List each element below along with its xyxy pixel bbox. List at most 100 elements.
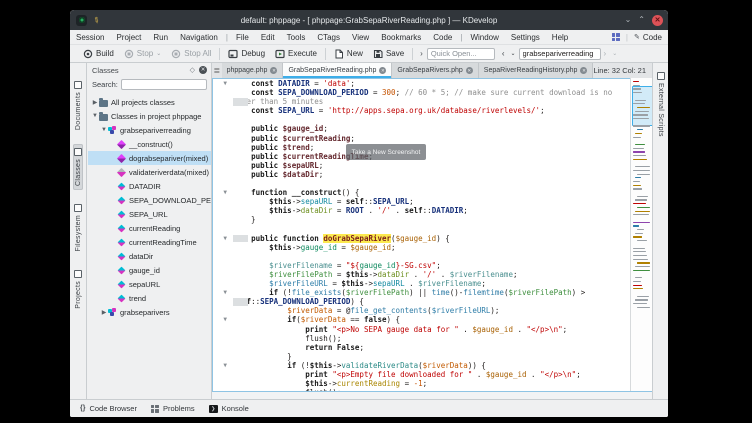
symbol-search-input[interactable] <box>519 48 601 60</box>
document-tab-grabseparivers-php[interactable]: GrabSepaRivers.php✕ <box>392 63 478 78</box>
bottom-tab-problems[interactable]: Problems <box>151 404 195 413</box>
next-match-dropdown[interactable]: ⌄ <box>609 50 620 57</box>
fold-marker-icon[interactable]: ▼ <box>213 188 227 197</box>
tree-item-datadir[interactable]: DATADIR <box>88 179 211 193</box>
close-tab-icon[interactable]: ✕ <box>379 67 386 74</box>
class-icon <box>108 308 117 317</box>
fold-marker-icon[interactable]: ▼ <box>213 79 227 88</box>
tree-item-datadir[interactable]: dataDir <box>88 249 211 263</box>
next-match-button[interactable]: › <box>601 49 610 58</box>
minimap-line <box>633 159 647 160</box>
code-line: ▼ const DATADIR = 'data'; <box>213 79 630 88</box>
tree-item--construct-[interactable]: __construct() <box>88 137 211 151</box>
toolbar-overflow-chevron[interactable]: › <box>416 49 427 58</box>
float-panel-icon[interactable]: ◇ <box>190 66 195 74</box>
tree-item-grabsepariverreading[interactable]: ▼ grabsepariverreading <box>88 123 211 137</box>
menu-item-project[interactable]: Project <box>110 33 147 42</box>
menu-item-file[interactable]: File <box>230 33 255 42</box>
quick-open-input[interactable] <box>427 48 495 60</box>
sidebar-tab-projects[interactable]: Projects <box>73 266 83 313</box>
titlebar[interactable]: ✎ default: phppage - [ phppage:GrabSepaR… <box>70 10 668 30</box>
minimize-button[interactable]: ⌄ <box>625 16 632 24</box>
document-tab-grabsepariverreading-php[interactable]: GrabSepaRiverReading.php✕ <box>283 63 392 78</box>
menu-item-tools[interactable]: Tools <box>281 33 312 42</box>
close-button[interactable]: ✕ <box>652 15 663 26</box>
menu-item-session[interactable]: Session <box>70 33 110 42</box>
expander-icon[interactable]: ▼ <box>100 127 108 133</box>
fold-marker-icon[interactable]: ▼ <box>213 234 227 243</box>
activities-grid-icon[interactable] <box>612 33 620 41</box>
menu-item-ctags[interactable]: CTags <box>311 33 346 42</box>
prev-match-dropdown[interactable]: ⌄ <box>508 50 519 57</box>
code-line: ▼ if($riverData == false) { <box>213 315 630 324</box>
tree-item-sepa-url[interactable]: SEPA_URL <box>88 207 211 221</box>
tree-item-dograbsepariver-mixed-[interactable]: dograbsepariver(mixed) <box>88 151 211 165</box>
tree-item-currentreadingtime[interactable]: currentReadingTime <box>88 235 211 249</box>
fold-marker-icon <box>213 143 227 152</box>
debug-button[interactable]: Debug <box>223 47 270 61</box>
bottom-tab-code-browser[interactable]: {}Code Browser <box>80 404 137 413</box>
save-icon <box>373 49 383 59</box>
save-button[interactable]: Save <box>368 47 409 61</box>
execute-button[interactable]: Execute <box>270 47 322 61</box>
tree-item-grabseparivers[interactable]: ▶grabseparivers <box>88 305 211 319</box>
expander-icon[interactable]: ▶ <box>91 99 99 106</box>
build-button[interactable]: Build <box>78 47 119 61</box>
tree-item-currentreading[interactable]: currentReading <box>88 221 211 235</box>
new-icon <box>334 49 344 59</box>
menu-item-run[interactable]: Run <box>147 33 174 42</box>
menu-item-bookmarks[interactable]: Bookmarks <box>375 33 427 42</box>
code-line: } <box>213 215 630 224</box>
minimap-line <box>633 236 642 237</box>
tree-item-label: grabsepariverreading <box>120 126 191 135</box>
menu-item-settings[interactable]: Settings <box>505 33 546 42</box>
fold-marker-icon <box>213 170 227 179</box>
code-editor[interactable]: ▼ const DATADIR = 'data'; const SEPA_DOW… <box>212 78 630 392</box>
minimap-line <box>633 81 639 82</box>
expander-icon[interactable]: ▶ <box>100 309 108 316</box>
menu-item-code[interactable]: Code <box>427 33 458 42</box>
document-tab-phppage-php[interactable]: phppage.php✕ <box>222 63 284 78</box>
horizontal-scrollbar[interactable] <box>212 391 652 399</box>
minimap-line <box>635 233 643 234</box>
documents-icon <box>74 81 82 89</box>
sidebar-tab-classes[interactable]: Classes <box>73 144 83 190</box>
bottom-tab-konsole[interactable]: ❯Konsole <box>209 404 249 413</box>
minimap-scrollbar[interactable] <box>630 78 652 392</box>
menu-item-edit[interactable]: Edit <box>255 33 281 42</box>
expander-icon[interactable]: ▼ <box>91 113 99 119</box>
close-tab-icon[interactable]: ✕ <box>270 67 277 74</box>
document-switcher-icon[interactable]: ≣ <box>212 63 222 78</box>
tree-item-validateriverdata-mixed-[interactable]: validateriverdata(mixed) <box>88 165 211 179</box>
menu-item-window[interactable]: Window <box>464 33 504 42</box>
maximize-button[interactable]: ⌃ <box>638 16 645 24</box>
sidebar-tab-filesystem[interactable]: Filesystem <box>73 200 83 255</box>
tree-item-sepaurl[interactable]: sepaURL <box>88 277 211 291</box>
tree-item-classes-in-project-phppage[interactable]: ▼Classes in project phppage <box>88 109 211 123</box>
sidebar-tab-documents[interactable]: Documents <box>73 77 83 134</box>
prev-match-button[interactable]: ‹ <box>499 49 508 58</box>
fold-marker-icon <box>213 243 227 252</box>
menu-item-navigation[interactable]: Navigation <box>174 33 224 42</box>
close-panel-icon[interactable]: ✕ <box>199 66 207 74</box>
menu-item-view[interactable]: View <box>346 33 375 42</box>
fold-marker-icon[interactable]: ▼ <box>213 361 227 370</box>
menu-item-help[interactable]: Help <box>546 33 574 42</box>
tree-item-sepa-download-period[interactable]: SEPA_DOWNLOAD_PERIOD <box>88 193 211 207</box>
fold-marker-icon[interactable]: ▼ <box>213 315 227 324</box>
classes-search-input[interactable] <box>121 79 207 90</box>
tree-item-gauge-id[interactable]: gauge_id <box>88 263 211 277</box>
code-menu-button[interactable]: ✎ Code <box>634 33 662 42</box>
close-tab-icon[interactable]: ✕ <box>466 67 473 74</box>
fold-marker-icon <box>213 252 227 261</box>
close-tab-icon[interactable]: ✕ <box>580 67 587 74</box>
tree-item-trend[interactable]: trend <box>88 291 211 305</box>
stop-button[interactable]: Stop⌄ <box>119 47 167 61</box>
stop-all-button[interactable]: Stop All <box>166 47 216 61</box>
fold-marker-icon <box>213 306 227 315</box>
sidebar-tab-external-scripts[interactable]: External Scripts <box>656 69 666 140</box>
new-button[interactable]: New <box>329 47 368 61</box>
fold-marker-icon[interactable]: ▼ <box>213 288 227 297</box>
document-tab-separiverreadinghistory-php[interactable]: SepaRiverReadingHistory.php✕ <box>479 63 594 78</box>
tree-item-all-projects-classes[interactable]: ▶All projects classes <box>88 95 211 109</box>
